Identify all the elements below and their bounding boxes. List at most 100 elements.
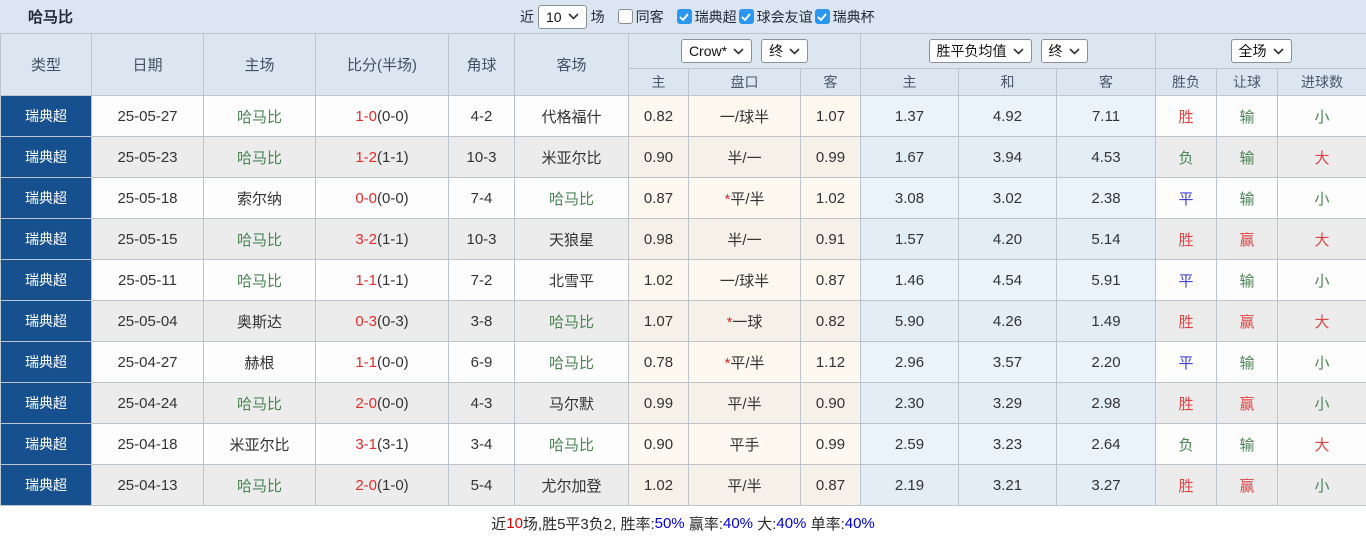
subheader-result: 胜负: [1155, 68, 1218, 96]
avg-odds-select[interactable]: 胜平负均值: [928, 39, 1032, 63]
score-cell: 1-0(0-0): [315, 95, 449, 137]
same-venue-label[interactable]: 同客: [636, 7, 664, 27]
euro-win-odds-cell: 5.90: [860, 300, 960, 342]
result-cell: 平: [1155, 341, 1218, 383]
asian-away-odds-cell: 0.99: [799, 423, 862, 465]
summary-bar: 近 10 场,胜5平3负2, 胜率: 50% 赢率: 40% 大: 40% 单率: 40%: [0, 506, 1366, 540]
handicap-cell: 平/半: [688, 382, 801, 424]
handicap-text: 平/半: [730, 190, 765, 208]
euro-win-odds-cell: 1.67: [860, 136, 960, 178]
corner-cell: 3-8: [448, 300, 515, 342]
date-cell: 25-05-18: [91, 177, 204, 219]
subheader-handicap-result: 让球: [1216, 68, 1279, 96]
euro-win-odds-cell: 2.59: [860, 423, 960, 465]
away-team-cell: 哈马比: [514, 300, 629, 342]
euro-odds-time-select[interactable]: 终: [1040, 39, 1088, 63]
recent-count-value: 10: [546, 8, 562, 25]
result-group-header: 全场: [1155, 33, 1366, 69]
summary-record: 场,胜5平3负2, 胜率:: [522, 516, 655, 533]
match-stats-page: 哈马比 近 10 场 同客 瑞典超 球会友谊 瑞典杯 类型 日期 主场 比分(半…: [0, 0, 1366, 540]
match-scope-select[interactable]: 全场: [1230, 39, 1292, 63]
league-label-allsvenskan[interactable]: 瑞典超: [695, 7, 737, 27]
corner-cell: 7-4: [448, 177, 515, 219]
col-header-corner: 角球: [448, 33, 515, 96]
euro-lose-odds-cell: 5.14: [1056, 218, 1157, 260]
euro-lose-odds-cell: 2.38: [1056, 177, 1157, 219]
handicap-text: 平手: [729, 436, 760, 454]
result-cell: 胜: [1155, 464, 1218, 506]
result-cell: 胜: [1155, 218, 1218, 260]
home-team-cell: 哈马比: [203, 464, 316, 506]
score-cell: 3-1(3-1): [315, 423, 449, 465]
handicap-result-cell: 输: [1216, 177, 1279, 219]
halftime-score: (1-1): [377, 148, 409, 166]
league-label-cup[interactable]: 瑞典杯: [833, 7, 875, 27]
fulltime-score: 0-0: [355, 189, 377, 207]
league-type-cell: 瑞典超: [0, 300, 92, 342]
euro-win-odds-cell: 3.08: [860, 177, 960, 219]
handicap-cell: *平/半: [688, 177, 801, 219]
handicap-result-cell: 输: [1216, 423, 1279, 465]
euro-odds-time-value: 终: [1048, 43, 1063, 59]
chevron-down-icon: [1272, 47, 1284, 55]
asian-away-odds-cell: 0.99: [799, 136, 862, 178]
league-type-cell: 瑞典超: [0, 464, 92, 506]
euro-draw-odds-cell: 3.02: [958, 177, 1058, 219]
goals-result-cell: 大: [1277, 136, 1366, 178]
league-type-cell: 瑞典超: [0, 95, 92, 137]
home-team-cell: 哈马比: [203, 382, 316, 424]
result-cell: 胜: [1155, 95, 1218, 137]
home-team-cell: 米亚尔比: [203, 423, 316, 465]
halftime-score: (1-0): [377, 476, 409, 494]
euro-lose-odds-cell: 5.91: [1056, 259, 1157, 301]
recent-count-select[interactable]: 10: [538, 4, 587, 29]
league-label-friendly[interactable]: 球会友谊: [757, 7, 813, 27]
result-cell: 胜: [1155, 382, 1218, 424]
col-header-type: 类型: [0, 33, 92, 96]
subheader-asian-away: 客: [799, 68, 862, 96]
date-cell: 25-05-27: [91, 95, 204, 137]
league-checkbox-friendly[interactable]: [738, 9, 754, 24]
halftime-score: (1-1): [377, 230, 409, 248]
home-team-cell: 哈马比: [203, 259, 316, 301]
handicap-text: 半/一: [727, 231, 762, 249]
subheader-goals: 进球数: [1277, 68, 1366, 96]
chevron-down-icon: [789, 47, 800, 55]
home-team-cell: 奥斯达: [203, 300, 316, 342]
bookmaker-select[interactable]: Crow*: [680, 39, 753, 63]
same-venue-checkbox[interactable]: [617, 9, 633, 24]
match-row: 瑞典超 25-05-04 奥斯达 0-3(0-3) 3-8 哈马比 1.07 *…: [0, 300, 1366, 342]
asian-away-odds-cell: 1.02: [799, 177, 862, 219]
halftime-score: (0-0): [377, 189, 409, 207]
handicap-text: 平/半: [730, 354, 765, 372]
league-type-cell: 瑞典超: [0, 259, 92, 301]
col-header-away: 客场: [514, 33, 629, 96]
league-checkbox-allsvenskan[interactable]: [676, 9, 692, 24]
fulltime-score: 0-3: [355, 312, 377, 330]
handicap-text: 半/一: [727, 149, 762, 167]
euro-odds-group-header: 胜平负均值 终: [860, 33, 1157, 69]
handicap-cell: 半/一: [688, 218, 801, 260]
euro-draw-odds-cell: 3.57: [958, 341, 1058, 383]
handicap-text: 平/半: [727, 395, 762, 413]
halftime-score: (0-3): [377, 312, 409, 330]
asian-odds-time-select[interactable]: 终: [761, 39, 809, 63]
euro-win-odds-cell: 2.30: [860, 382, 960, 424]
asian-away-odds-cell: 0.87: [799, 259, 862, 301]
away-team-cell: 哈马比: [514, 423, 629, 465]
handicap-cell: 半/一: [688, 136, 801, 178]
match-row: 瑞典超 25-05-23 哈马比 1-2(1-1) 10-3 米亚尔比 0.90…: [0, 136, 1366, 178]
toolbar: 哈马比 近 10 场 同客 瑞典超 球会友谊 瑞典杯: [0, 0, 1366, 33]
away-team-cell: 代格福什: [514, 95, 629, 137]
euro-win-odds-cell: 2.19: [860, 464, 960, 506]
euro-win-odds-cell: 1.46: [860, 259, 960, 301]
subheader-euro-win: 主: [860, 68, 960, 96]
euro-draw-odds-cell: 3.21: [958, 464, 1058, 506]
euro-lose-odds-cell: 4.53: [1056, 136, 1157, 178]
league-checkbox-cup[interactable]: [814, 9, 830, 24]
subheader-euro-draw: 和: [958, 68, 1058, 96]
euro-lose-odds-cell: 2.98: [1056, 382, 1157, 424]
corner-cell: 3-4: [448, 423, 515, 465]
summary-odd-label: 单率:: [806, 516, 845, 533]
date-cell: 25-04-24: [91, 382, 204, 424]
